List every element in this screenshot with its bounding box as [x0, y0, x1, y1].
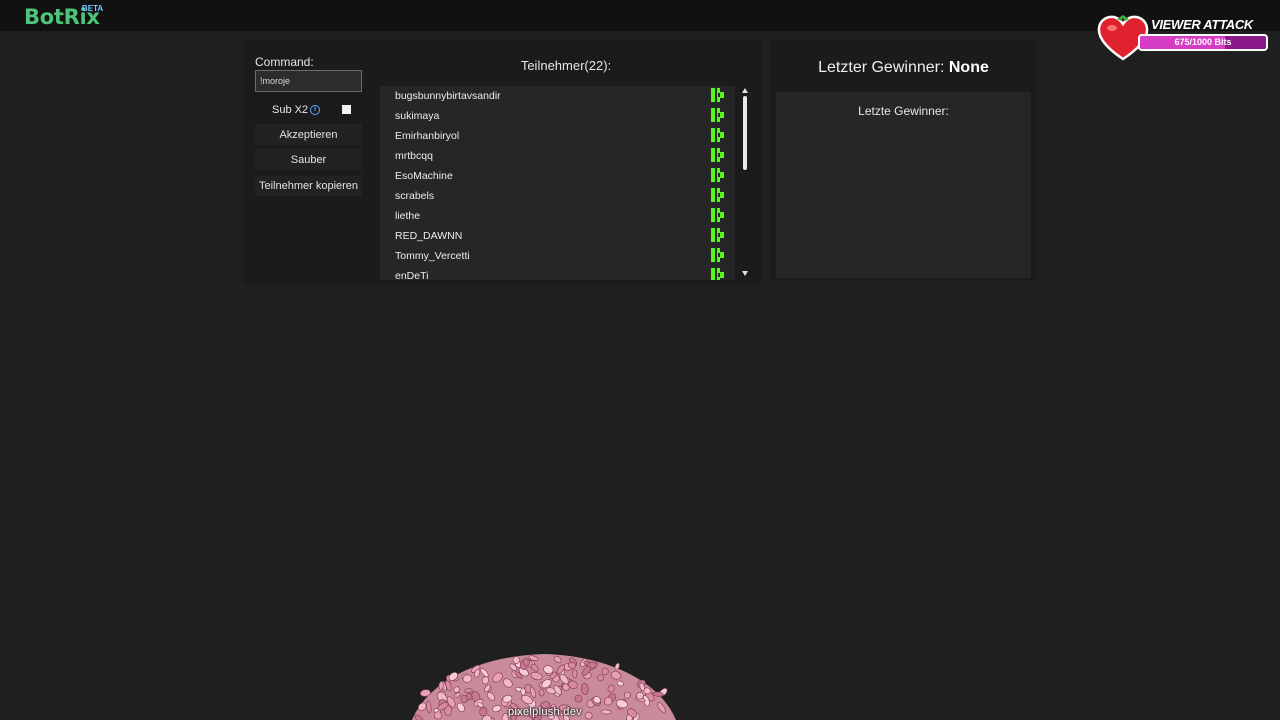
participant-name: bugsbunnybirtavsandir	[395, 90, 501, 102]
last-winner-value: None	[948, 59, 989, 76]
participant-row[interactable]: mrtbcqq	[380, 146, 735, 166]
participant-name: Emirhanbiryol	[395, 130, 460, 142]
kick-icon	[711, 128, 724, 142]
kick-icon	[711, 168, 724, 182]
participant-row[interactable]: Tommy_Vercetti	[380, 246, 735, 266]
sub-x2-label: Sub X2	[272, 104, 309, 116]
scroll-up-arrow-icon[interactable]	[742, 88, 748, 93]
recent-winners-box	[776, 92, 1031, 278]
kick-icon	[711, 268, 724, 280]
command-input[interactable]	[255, 70, 362, 92]
participant-name: enDeTi	[395, 270, 429, 280]
participant-name: liethe	[395, 210, 421, 222]
viewer-attack-progress: 675/1000 Bits	[1138, 34, 1268, 51]
participant-row[interactable]: scrabels	[380, 186, 735, 206]
sub-x2-checkbox[interactable]	[342, 105, 351, 114]
participant-row[interactable]: liethe	[380, 206, 735, 226]
participant-name: scrabels	[395, 190, 435, 202]
participant-row[interactable]: bugsbunnybirtavsandir	[380, 86, 735, 106]
participant-row[interactable]: enDeTi	[380, 266, 735, 280]
copy-participants-button[interactable]: Teilnehmer kopieren	[255, 175, 362, 196]
participant-name: mrtbcqq	[395, 150, 433, 162]
info-icon[interactable]: i	[310, 105, 320, 115]
top-bar	[0, 0, 1280, 31]
beta-badge: BETA	[82, 4, 104, 13]
participant-name: RED_DAWNN	[395, 230, 463, 242]
participant-name: EsoMachine	[395, 170, 453, 182]
clean-button[interactable]: Sauber	[255, 149, 362, 170]
participant-row[interactable]: EsoMachine	[380, 166, 735, 186]
last-winner-title: Letzter Gewinner: None	[776, 59, 1031, 77]
kick-icon	[711, 248, 724, 262]
viewer-attack-title: VIEWER ATTACK	[1151, 17, 1254, 32]
participants-title: Teilnehmer(22):	[520, 58, 612, 73]
participant-row[interactable]: Emirhanbiryol	[380, 126, 735, 146]
accept-button[interactable]: Akzeptieren	[255, 124, 362, 145]
kick-icon	[711, 148, 724, 162]
kick-icon	[711, 208, 724, 222]
recent-winners-label: Letzte Gewinner:	[858, 104, 949, 118]
kick-icon	[711, 88, 724, 102]
kick-icon	[711, 108, 724, 122]
viewer-attack-count: 675/1000 Bits	[1174, 37, 1232, 47]
kick-icon	[711, 188, 724, 202]
scroll-down-arrow-icon[interactable]	[742, 271, 748, 276]
kick-icon	[711, 228, 724, 242]
participant-row[interactable]: sukimaya	[380, 106, 735, 126]
overlay-caption: pixelplush.dev	[508, 706, 582, 718]
participant-name: sukimaya	[395, 110, 440, 122]
participant-row[interactable]: RED_DAWNN	[380, 226, 735, 246]
scrollbar-thumb[interactable]	[743, 96, 747, 170]
last-winner-label: Letzter Gewinner:	[818, 59, 945, 76]
command-label: Command:	[255, 55, 314, 69]
participants-list[interactable]: bugsbunnybirtavsandir sukimaya Emirhanbiry…	[380, 86, 735, 280]
participant-name: Tommy_Vercetti	[395, 250, 470, 262]
